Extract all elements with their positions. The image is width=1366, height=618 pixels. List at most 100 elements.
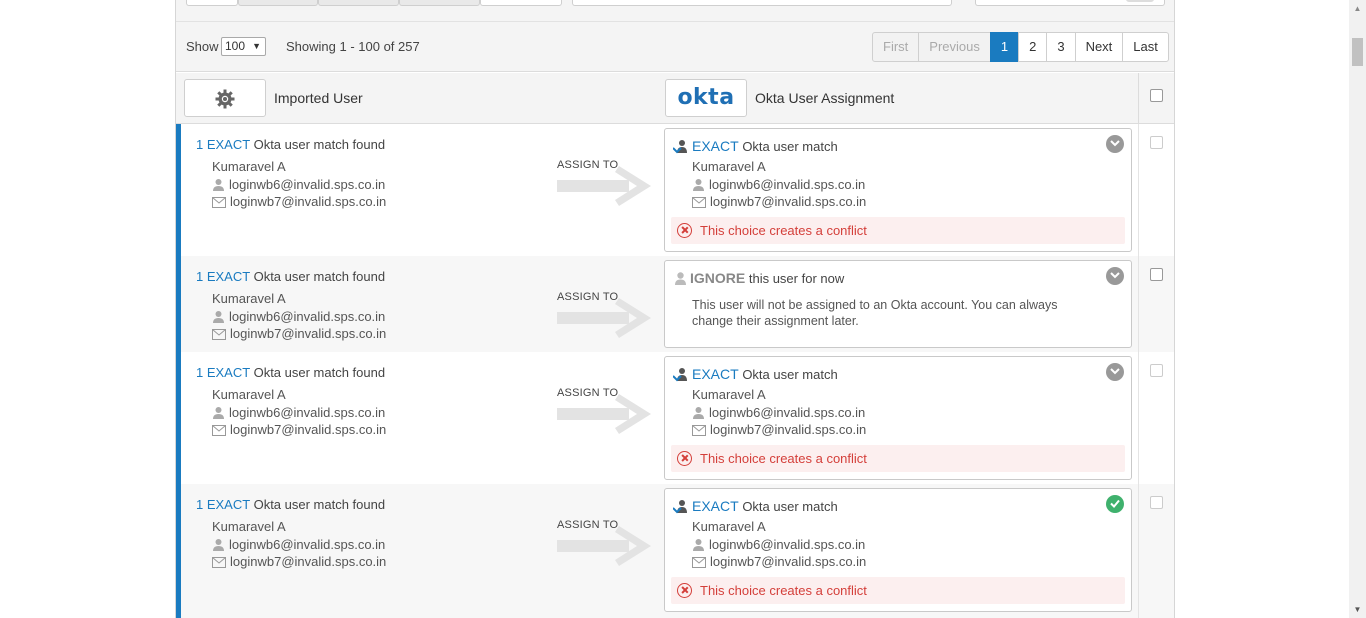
user-icon xyxy=(213,407,224,419)
chevron-down-icon xyxy=(1110,272,1120,279)
arrow-right-icon xyxy=(557,526,651,566)
assignment-card[interactable]: EXACT Okta user match Kumaravel A loginw… xyxy=(664,488,1132,612)
card-title-rest: this user for now xyxy=(748,271,845,286)
row-select-cell xyxy=(1138,484,1174,618)
card-keyword: IGNORE xyxy=(690,270,746,286)
conflict-alert: This choice creates a conflict xyxy=(671,577,1125,604)
email-text: loginwb7@invalid.sps.co.in xyxy=(230,422,387,437)
row-checkbox[interactable] xyxy=(1150,496,1163,509)
page-size-select[interactable]: 100 ▼ xyxy=(221,37,266,56)
filter-tab[interactable] xyxy=(480,0,562,6)
okta-user-name: Kumaravel A xyxy=(692,519,766,534)
assignment-card[interactable]: IGNORE this user for now This user will … xyxy=(664,260,1132,348)
filter-select[interactable] xyxy=(975,0,1165,6)
imported-user-name: Kumaravel A xyxy=(212,387,286,402)
assignment-card[interactable]: EXACT Okta user match Kumaravel A loginw… xyxy=(664,128,1132,252)
login-text: loginwb6@invalid.sps.co.in xyxy=(229,537,386,552)
expand-toggle[interactable] xyxy=(1106,363,1124,381)
imported-user-login: loginwb6@invalid.sps.co.in xyxy=(212,309,385,324)
show-label: Show xyxy=(186,39,219,54)
row-checkbox[interactable] xyxy=(1150,136,1163,149)
card-title: EXACT Okta user match xyxy=(672,498,838,514)
okta-user-name: Kumaravel A xyxy=(692,387,766,402)
conflict-text: This choice creates a conflict xyxy=(700,223,867,238)
error-icon xyxy=(677,451,692,466)
imported-user-login: loginwb6@invalid.sps.co.in xyxy=(212,405,385,420)
card-keyword: EXACT xyxy=(692,366,739,382)
envelope-icon xyxy=(212,197,226,208)
showing-count: Showing 1 - 100 of 257 xyxy=(286,39,420,54)
assignment-card[interactable]: EXACT Okta user match Kumaravel A loginw… xyxy=(664,356,1132,480)
settings-button[interactable] xyxy=(184,79,266,117)
chevron-down-icon xyxy=(1110,140,1120,147)
email-text: loginwb7@invalid.sps.co.in xyxy=(230,554,387,569)
user-icon xyxy=(213,539,224,551)
imported-user-login: loginwb6@invalid.sps.co.in xyxy=(212,177,385,192)
row-accent xyxy=(176,256,181,352)
select-all-checkbox[interactable] xyxy=(1150,89,1163,102)
match-text: Okta user match found xyxy=(253,497,386,512)
email-text: loginwb7@invalid.sps.co.in xyxy=(230,194,387,209)
arrow-right-icon xyxy=(557,298,651,338)
login-text: loginwb6@invalid.sps.co.in xyxy=(709,405,866,420)
scrollbar-thumb[interactable] xyxy=(1352,38,1363,66)
page-1-button[interactable]: 1 xyxy=(989,32,1020,62)
okta-user-login: loginwb6@invalid.sps.co.in xyxy=(692,405,865,420)
login-text: loginwb6@invalid.sps.co.in xyxy=(709,177,866,192)
user-row: 1 EXACT Okta user match found Kumaravel … xyxy=(176,484,1174,618)
selected-toggle[interactable] xyxy=(1106,495,1124,513)
first-page-button[interactable]: First xyxy=(872,32,920,62)
import-review-panel: Show 100 ▼ Showing 1 - 100 of 257 First … xyxy=(175,0,1175,618)
expand-toggle[interactable] xyxy=(1106,135,1124,153)
card-keyword: EXACT xyxy=(692,138,739,154)
okta-user-login: loginwb6@invalid.sps.co.in xyxy=(692,177,865,192)
pager-bar: Show 100 ▼ Showing 1 - 100 of 257 First … xyxy=(176,22,1174,72)
conflict-text: This choice creates a conflict xyxy=(700,583,867,598)
imported-user-name: Kumaravel A xyxy=(212,519,286,534)
imported-user-email: loginwb7@invalid.sps.co.in xyxy=(212,554,386,569)
scroll-up-icon[interactable]: ▲ xyxy=(1349,0,1366,17)
filter-tab[interactable] xyxy=(318,0,399,6)
filter-tab[interactable] xyxy=(399,0,480,6)
user-match-icon xyxy=(672,140,687,154)
row-checkbox[interactable] xyxy=(1150,268,1163,281)
envelope-icon xyxy=(212,425,226,436)
user-row: 1 EXACT Okta user match found Kumaravel … xyxy=(176,124,1174,256)
okta-user-email: loginwb7@invalid.sps.co.in xyxy=(692,194,866,209)
card-title-rest: Okta user match xyxy=(742,139,838,154)
row-checkbox[interactable] xyxy=(1150,364,1163,377)
user-row: 1 EXACT Okta user match found Kumaravel … xyxy=(176,256,1174,352)
row-select-cell xyxy=(1138,124,1174,256)
filter-tab[interactable] xyxy=(186,0,238,6)
email-text: loginwb7@invalid.sps.co.in xyxy=(710,194,867,209)
login-text: loginwb6@invalid.sps.co.in xyxy=(709,537,866,552)
conflict-alert: This choice creates a conflict xyxy=(671,217,1125,244)
imported-user-email: loginwb7@invalid.sps.co.in xyxy=(212,422,386,437)
match-count: 1 EXACT xyxy=(196,269,250,284)
user-row: 1 EXACT Okta user match found Kumaravel … xyxy=(176,352,1174,484)
match-count: 1 EXACT xyxy=(196,497,250,512)
page-scrollbar[interactable]: ▲ ▼ xyxy=(1349,0,1366,618)
user-match-icon xyxy=(672,368,687,382)
page-3-button[interactable]: 3 xyxy=(1046,32,1076,62)
imported-user-name: Kumaravel A xyxy=(212,291,286,306)
last-page-button[interactable]: Last xyxy=(1122,32,1169,62)
expand-toggle[interactable] xyxy=(1106,267,1124,285)
okta-assignment-heading: Okta User Assignment xyxy=(755,90,895,106)
search-input[interactable] xyxy=(572,0,952,6)
previous-page-button[interactable]: Previous xyxy=(918,32,991,62)
card-keyword: EXACT xyxy=(692,498,739,514)
row-accent xyxy=(176,484,181,618)
page-2-button[interactable]: 2 xyxy=(1018,32,1048,62)
gear-icon xyxy=(215,89,235,109)
scroll-down-icon[interactable]: ▼ xyxy=(1349,601,1366,618)
ignore-description: This user will not be assigned to an Okt… xyxy=(692,298,1058,328)
page-size-value: 100 xyxy=(225,39,246,53)
login-text: loginwb6@invalid.sps.co.in xyxy=(229,309,386,324)
match-count: 1 EXACT xyxy=(196,365,250,380)
okta-logo: okta xyxy=(677,85,735,110)
card-title: IGNORE this user for now xyxy=(673,270,844,286)
filter-tab[interactable] xyxy=(238,0,318,6)
imported-user-email: loginwb7@invalid.sps.co.in xyxy=(212,194,386,209)
next-page-button[interactable]: Next xyxy=(1074,32,1124,62)
